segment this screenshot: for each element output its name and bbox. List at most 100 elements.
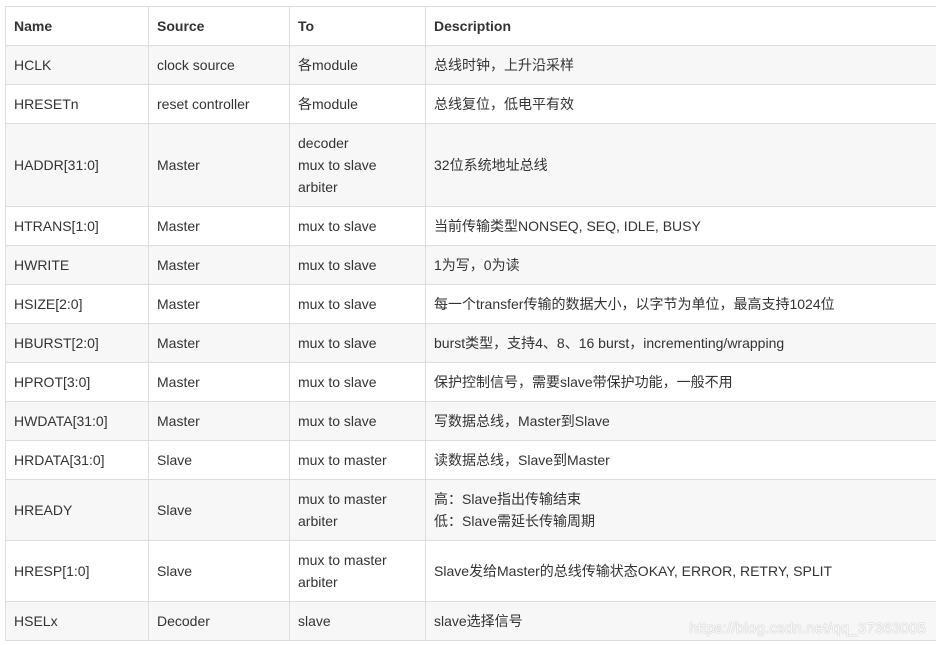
table-header-row: Name Source To Description — [5, 6, 936, 46]
cell-name: HWRITE — [5, 245, 149, 285]
cell-source: Slave — [148, 440, 290, 480]
cell-name: HRDATA[31:0] — [5, 440, 149, 480]
cell-description-line: Slave发给Master的总线传输状态OKAY, ERROR, RETRY, … — [434, 563, 833, 579]
header-to: To — [289, 6, 426, 46]
cell-description: 32位系统地址总线 — [425, 123, 936, 207]
cell-to: mux to slave — [289, 284, 426, 324]
cell-to-line: mux to slave — [298, 157, 377, 173]
cell-source: Master — [148, 323, 290, 363]
cell-description: 总线时钟，上升沿采样 — [425, 45, 936, 85]
cell-to: decoder mux to slave arbiter — [289, 123, 426, 207]
cell-to-line: mux to slave — [298, 257, 377, 273]
cell-to: mux to master arbiter — [289, 479, 426, 541]
cell-to-line: mux to slave — [298, 413, 377, 429]
table-row: HCLK clock source 各module 总线时钟，上升沿采样 — [5, 45, 936, 85]
cell-to-line: 各module — [298, 57, 358, 73]
cell-name: HBURST[2:0] — [5, 323, 149, 363]
cell-to-line: mux to slave — [298, 218, 377, 234]
cell-name: HTRANS[1:0] — [5, 206, 149, 246]
header-source: Source — [148, 6, 290, 46]
cell-description: Slave发给Master的总线传输状态OKAY, ERROR, RETRY, … — [425, 540, 936, 602]
cell-description-line: 低：Slave需延长传输周期 — [434, 513, 596, 529]
cell-description-line: 当前传输类型NONSEQ, SEQ, IDLE, BUSY — [434, 218, 701, 234]
cell-to-line: mux to slave — [298, 374, 377, 390]
cell-to-line: arbiter — [298, 179, 338, 195]
cell-to-line: decoder — [298, 135, 349, 151]
cell-source: clock source — [148, 45, 290, 85]
cell-description-line: 32位系统地址总线 — [434, 157, 548, 173]
cell-name: HSELx — [5, 601, 149, 641]
cell-to-line: mux to slave — [298, 335, 377, 351]
cell-description-line: 高：Slave指出传输结束 — [434, 491, 582, 507]
cell-name: HWDATA[31:0] — [5, 401, 149, 441]
cell-to-line: 各module — [298, 96, 358, 112]
table-row: HRESETn reset controller 各module 总线复位，低电平有效 — [5, 84, 936, 124]
cell-description: 当前传输类型NONSEQ, SEQ, IDLE, BUSY — [425, 206, 936, 246]
cell-to: mux to slave — [289, 206, 426, 246]
cell-to-line: slave — [298, 613, 331, 629]
cell-to: 各module — [289, 45, 426, 85]
cell-to: 各module — [289, 84, 426, 124]
cell-to: mux to slave — [289, 401, 426, 441]
watermark: https://blog.csdn.net/qq_37363005 — [689, 620, 926, 637]
table-row: HRDATA[31:0] Slave mux to master 读数据总线，Slav… — [5, 440, 936, 480]
cell-description-line: 总线时钟，上升沿采样 — [434, 57, 574, 73]
cell-source: Decoder — [148, 601, 290, 641]
cell-to-line: arbiter — [298, 513, 338, 529]
cell-description: 总线复位，低电平有效 — [425, 84, 936, 124]
cell-to-line: mux to master — [298, 491, 387, 507]
cell-source: Master — [148, 206, 290, 246]
header-name: Name — [5, 6, 149, 46]
cell-description: 每一个transfer传输的数据大小，以字节为单位，最高支持1024位 — [425, 284, 936, 324]
ahb-signal-table: Name Source To Description HCLK clock sou… — [5, 6, 936, 641]
cell-to-line: mux to slave — [298, 296, 377, 312]
table-row: HADDR[31:0] Master decoder mux to slave arbi… — [5, 123, 936, 207]
cell-to: slave — [289, 601, 426, 641]
cell-to: mux to slave — [289, 323, 426, 363]
cell-source: Master — [148, 123, 290, 207]
page: Name Source To Description HCLK clock sou… — [0, 0, 936, 645]
table-row: HWDATA[31:0] Master mux to slave 写数据总线，Mast… — [5, 401, 936, 441]
cell-name: HRESP[1:0] — [5, 540, 149, 602]
cell-source: reset controller — [148, 84, 290, 124]
cell-source: Slave — [148, 479, 290, 541]
header-description: Description — [425, 6, 936, 46]
cell-description-line: 总线复位，低电平有效 — [434, 96, 574, 112]
cell-source: Master — [148, 245, 290, 285]
cell-source: Master — [148, 401, 290, 441]
cell-to: mux to master arbiter — [289, 540, 426, 602]
cell-description-line: 1为写，0为读 — [434, 257, 520, 273]
table-body: HCLK clock source 各module 总线时钟，上升沿采样 HRESETn… — [5, 45, 936, 641]
cell-name: HPROT[3:0] — [5, 362, 149, 402]
cell-to: mux to slave — [289, 362, 426, 402]
cell-to: mux to slave — [289, 245, 426, 285]
table-row: HTRANS[1:0] Master mux to slave 当前传输类型NONSE… — [5, 206, 936, 246]
cell-to-line: mux to master — [298, 552, 387, 568]
cell-description: 读数据总线，Slave到Master — [425, 440, 936, 480]
cell-source: Master — [148, 284, 290, 324]
cell-description: 1为写，0为读 — [425, 245, 936, 285]
cell-name: HREADY — [5, 479, 149, 541]
cell-description-line: 每一个transfer传输的数据大小，以字节为单位，最高支持1024位 — [434, 296, 835, 312]
cell-source: Slave — [148, 540, 290, 602]
cell-name: HCLK — [5, 45, 149, 85]
cell-description-line: 写数据总线，Master到Slave — [434, 413, 610, 429]
cell-description: 保护控制信号，需要slave带保护功能，一般不用 — [425, 362, 936, 402]
cell-description-line: 读数据总线，Slave到Master — [434, 452, 610, 468]
cell-source: Master — [148, 362, 290, 402]
cell-description-line: 保护控制信号，需要slave带保护功能，一般不用 — [434, 374, 733, 390]
table-row: HSIZE[2:0] Master mux to slave 每一个transfer传… — [5, 284, 936, 324]
table-row: HREADY Slave mux to master arbiter 高：Slave指出… — [5, 479, 936, 541]
cell-name: HSIZE[2:0] — [5, 284, 149, 324]
cell-description-line: burst类型，支持4、8、16 burst，incrementing/wrap… — [434, 335, 785, 351]
table-row: HRESP[1:0] Slave mux to master arbiter Slave… — [5, 540, 936, 602]
cell-to-line: mux to master — [298, 452, 387, 468]
table-row: HWRITE Master mux to slave 1为写，0为读 — [5, 245, 936, 285]
cell-name: HADDR[31:0] — [5, 123, 149, 207]
cell-description: 高：Slave指出传输结束 低：Slave需延长传输周期 — [425, 479, 936, 541]
cell-description: 写数据总线，Master到Slave — [425, 401, 936, 441]
cell-name: HRESETn — [5, 84, 149, 124]
cell-to: mux to master — [289, 440, 426, 480]
cell-description: burst类型，支持4、8、16 burst，incrementing/wrap… — [425, 323, 936, 363]
cell-to-line: arbiter — [298, 574, 338, 590]
